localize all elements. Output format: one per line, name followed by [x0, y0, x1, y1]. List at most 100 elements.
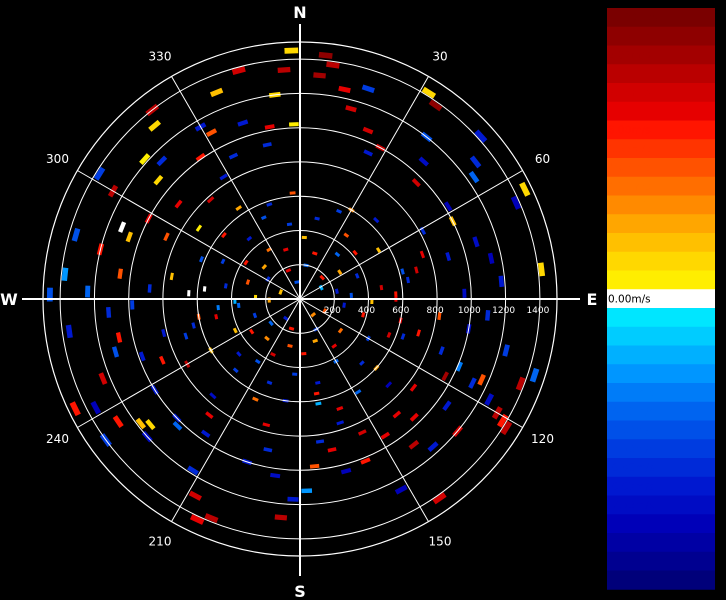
azimuth-label: 120	[531, 432, 554, 446]
legend-label: -1.33m/s	[608, 331, 654, 343]
velocity-bin	[61, 267, 69, 282]
velocity-bin	[135, 417, 147, 430]
azimuth-label: 300	[46, 152, 69, 166]
velocity-bin	[313, 72, 326, 79]
velocity-bin	[228, 152, 239, 160]
velocity-bin	[314, 216, 320, 221]
velocity-bin	[262, 422, 271, 428]
velocity-bin	[400, 268, 405, 275]
velocity-bin	[148, 119, 162, 132]
legend-label: 8.67m/s	[608, 50, 651, 62]
legend-label: -8.00m/s	[608, 518, 654, 530]
velocity-bin	[84, 285, 91, 298]
velocity-bin	[462, 288, 467, 298]
azimuth-label: 60	[535, 152, 550, 166]
velocity-bin	[183, 332, 189, 340]
radar-chart: N E S W 30 60 120 150 210 240 300 330 200 400 600 800 10…	[0, 3, 715, 600]
velocity-bin	[191, 322, 196, 329]
velocity-bin	[354, 389, 362, 395]
velocity-bin	[243, 259, 249, 266]
velocity-bin	[487, 252, 495, 265]
velocity-bin	[285, 268, 292, 273]
velocity-bin	[315, 439, 325, 444]
legend-label: 0.67m/s	[608, 275, 651, 287]
velocity-bin	[231, 66, 246, 75]
velocity-bin	[312, 338, 319, 344]
velocity-bin	[252, 312, 258, 319]
velocity-bin	[327, 447, 337, 453]
velocity-bin	[294, 280, 300, 285]
range-tick-label: 1200	[492, 306, 515, 316]
velocity-bin	[411, 178, 421, 188]
velocity-bin	[202, 286, 207, 292]
velocity-bin	[289, 191, 296, 195]
velocity-bin	[361, 84, 375, 94]
velocity-bin	[237, 119, 249, 127]
velocity-legend: 10.00m/s 9.33m/s 8.67m/s 8.00m/s 7.33m/s 6.67…	[607, 8, 715, 590]
velocity-bin	[406, 276, 410, 284]
velocity-bin	[262, 142, 272, 148]
velocity-bin	[264, 124, 275, 130]
velocity-bin	[205, 128, 218, 137]
velocity-bin	[282, 247, 289, 252]
velocity-bin	[266, 202, 273, 207]
legend-label: 0.00m/s	[608, 293, 651, 305]
velocity-bin	[249, 328, 255, 335]
velocity-bin	[156, 155, 168, 167]
velocity-bin	[301, 488, 313, 494]
legend-label: -2.00m/s	[608, 350, 654, 362]
velocity-bin	[270, 351, 276, 357]
range-tick-label: 800	[427, 306, 444, 316]
velocity-bin	[117, 268, 123, 279]
velocity-bin	[260, 215, 267, 220]
velocity-bin	[385, 381, 393, 389]
velocity-bin	[115, 332, 123, 343]
azimuth-spoke	[77, 170, 301, 300]
legend-label: 1.33m/s	[608, 256, 651, 268]
legend-label: 2.67m/s	[608, 218, 651, 230]
azimuth-label: 210	[149, 535, 172, 549]
velocity-bin	[352, 249, 358, 256]
velocity-bin	[379, 284, 384, 291]
azimuth-spoke	[171, 76, 301, 300]
velocity-bin	[174, 199, 183, 209]
velocity-bin	[111, 346, 120, 358]
velocity-bin	[469, 155, 482, 169]
velocity-bin	[153, 174, 164, 186]
legend-label: 9.33m/s	[608, 31, 651, 43]
range-tick-label: 600	[392, 306, 409, 316]
velocity-bin	[287, 343, 293, 348]
velocity-bin	[200, 429, 211, 438]
velocity-bin	[357, 429, 367, 436]
velocity-bin	[334, 288, 339, 294]
velocity-bin	[252, 396, 259, 402]
velocity-bin	[502, 344, 510, 357]
velocity-bin	[336, 208, 343, 214]
velocity-bin	[529, 367, 540, 383]
velocity-bin	[380, 431, 391, 440]
legend-label: -9.33m/s	[608, 556, 654, 568]
velocity-bin	[145, 419, 156, 431]
velocity-bin	[278, 289, 283, 295]
velocity-bin	[438, 346, 445, 356]
velocity-bin	[313, 391, 320, 396]
velocity-bin	[232, 327, 238, 334]
velocity-bin	[235, 205, 243, 212]
velocity-bin	[214, 314, 219, 320]
velocity-bin	[232, 367, 239, 374]
velocity-bin	[337, 327, 344, 334]
velocity-bin	[287, 496, 299, 502]
azimuth-label: 150	[429, 535, 452, 549]
velocity-bin	[139, 153, 151, 165]
azimuth-spoke	[299, 298, 429, 522]
velocity-bin	[118, 221, 127, 233]
velocity-bin	[188, 490, 202, 501]
velocity-bin	[315, 401, 322, 406]
legend-label: -10.00m/s	[608, 575, 661, 587]
velocity-bin	[468, 170, 480, 184]
velocity-bin	[309, 463, 320, 469]
velocity-bin	[236, 351, 242, 357]
velocity-bin	[169, 272, 174, 281]
velocity-bin	[373, 216, 380, 224]
legend-label: 5.33m/s	[608, 143, 651, 155]
